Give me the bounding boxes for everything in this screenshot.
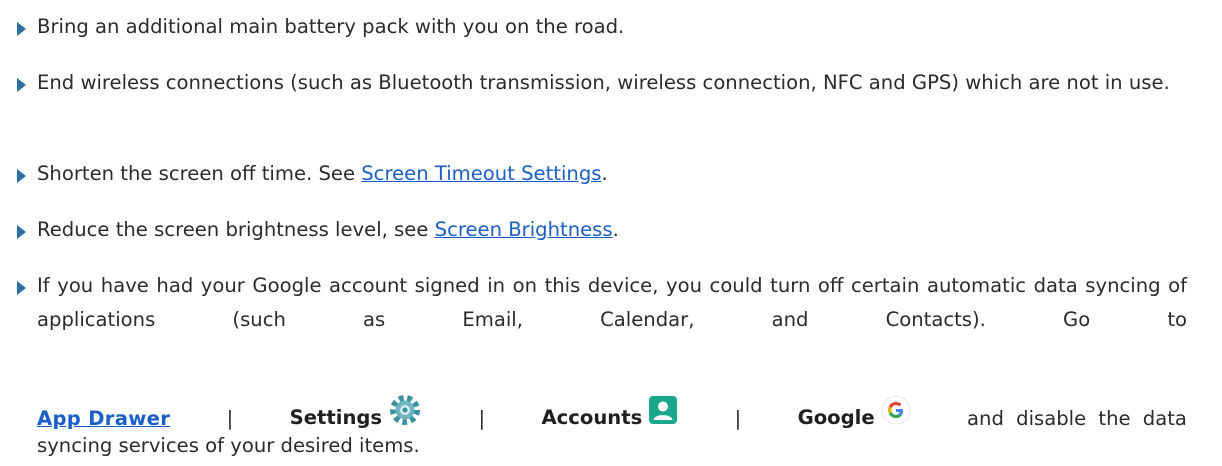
- account-icon: [648, 395, 678, 430]
- screen-timeout-settings-link[interactable]: Screen Timeout Settings: [361, 162, 601, 185]
- item-text: If you have had your Google account sign…: [37, 274, 1187, 331]
- bullet-icon: [17, 78, 26, 92]
- list-item-continuation: syncing services of your desired items.: [37, 429, 1187, 463]
- settings-label: Settings: [289, 405, 383, 429]
- item-text: End wireless connections (such as Blueto…: [37, 71, 1170, 94]
- list-item: If you have had your Google account sign…: [17, 269, 1187, 337]
- list-item: Bring an additional main battery pack wi…: [17, 10, 1187, 44]
- screen-brightness-link[interactable]: Screen Brightness: [435, 218, 613, 241]
- google-g-icon: [881, 395, 911, 430]
- document-body: Bring an additional main battery pack wi…: [0, 0, 1222, 466]
- app-drawer-link[interactable]: App Drawer: [37, 407, 170, 430]
- gear-icon: [388, 393, 422, 432]
- bullet-icon: [17, 225, 26, 239]
- bullet-icon: [17, 281, 26, 295]
- item-text: Reduce the screen brightness level, see: [37, 218, 435, 241]
- accounts-label: Accounts: [541, 405, 643, 429]
- path-separator: |: [478, 406, 486, 430]
- list-item: End wireless connections (such as Blueto…: [17, 66, 1187, 100]
- list-item: Shorten the screen off time. See Screen …: [17, 157, 1187, 191]
- item-text-suffix: .: [601, 162, 608, 185]
- path-tail-text: and disable the data: [967, 406, 1187, 430]
- list-item: Reduce the screen brightness level, see …: [17, 213, 1187, 247]
- item-text: syncing services of your desired items.: [37, 434, 420, 457]
- item-text-suffix: .: [612, 218, 619, 241]
- google-label: Google: [797, 405, 875, 429]
- item-text: Shorten the screen off time. See: [37, 162, 362, 185]
- path-separator: |: [734, 406, 742, 430]
- bullet-icon: [17, 169, 26, 183]
- bullet-icon: [17, 22, 26, 36]
- path-separator: |: [226, 406, 234, 430]
- item-text: Bring an additional main battery pack wi…: [37, 15, 625, 38]
